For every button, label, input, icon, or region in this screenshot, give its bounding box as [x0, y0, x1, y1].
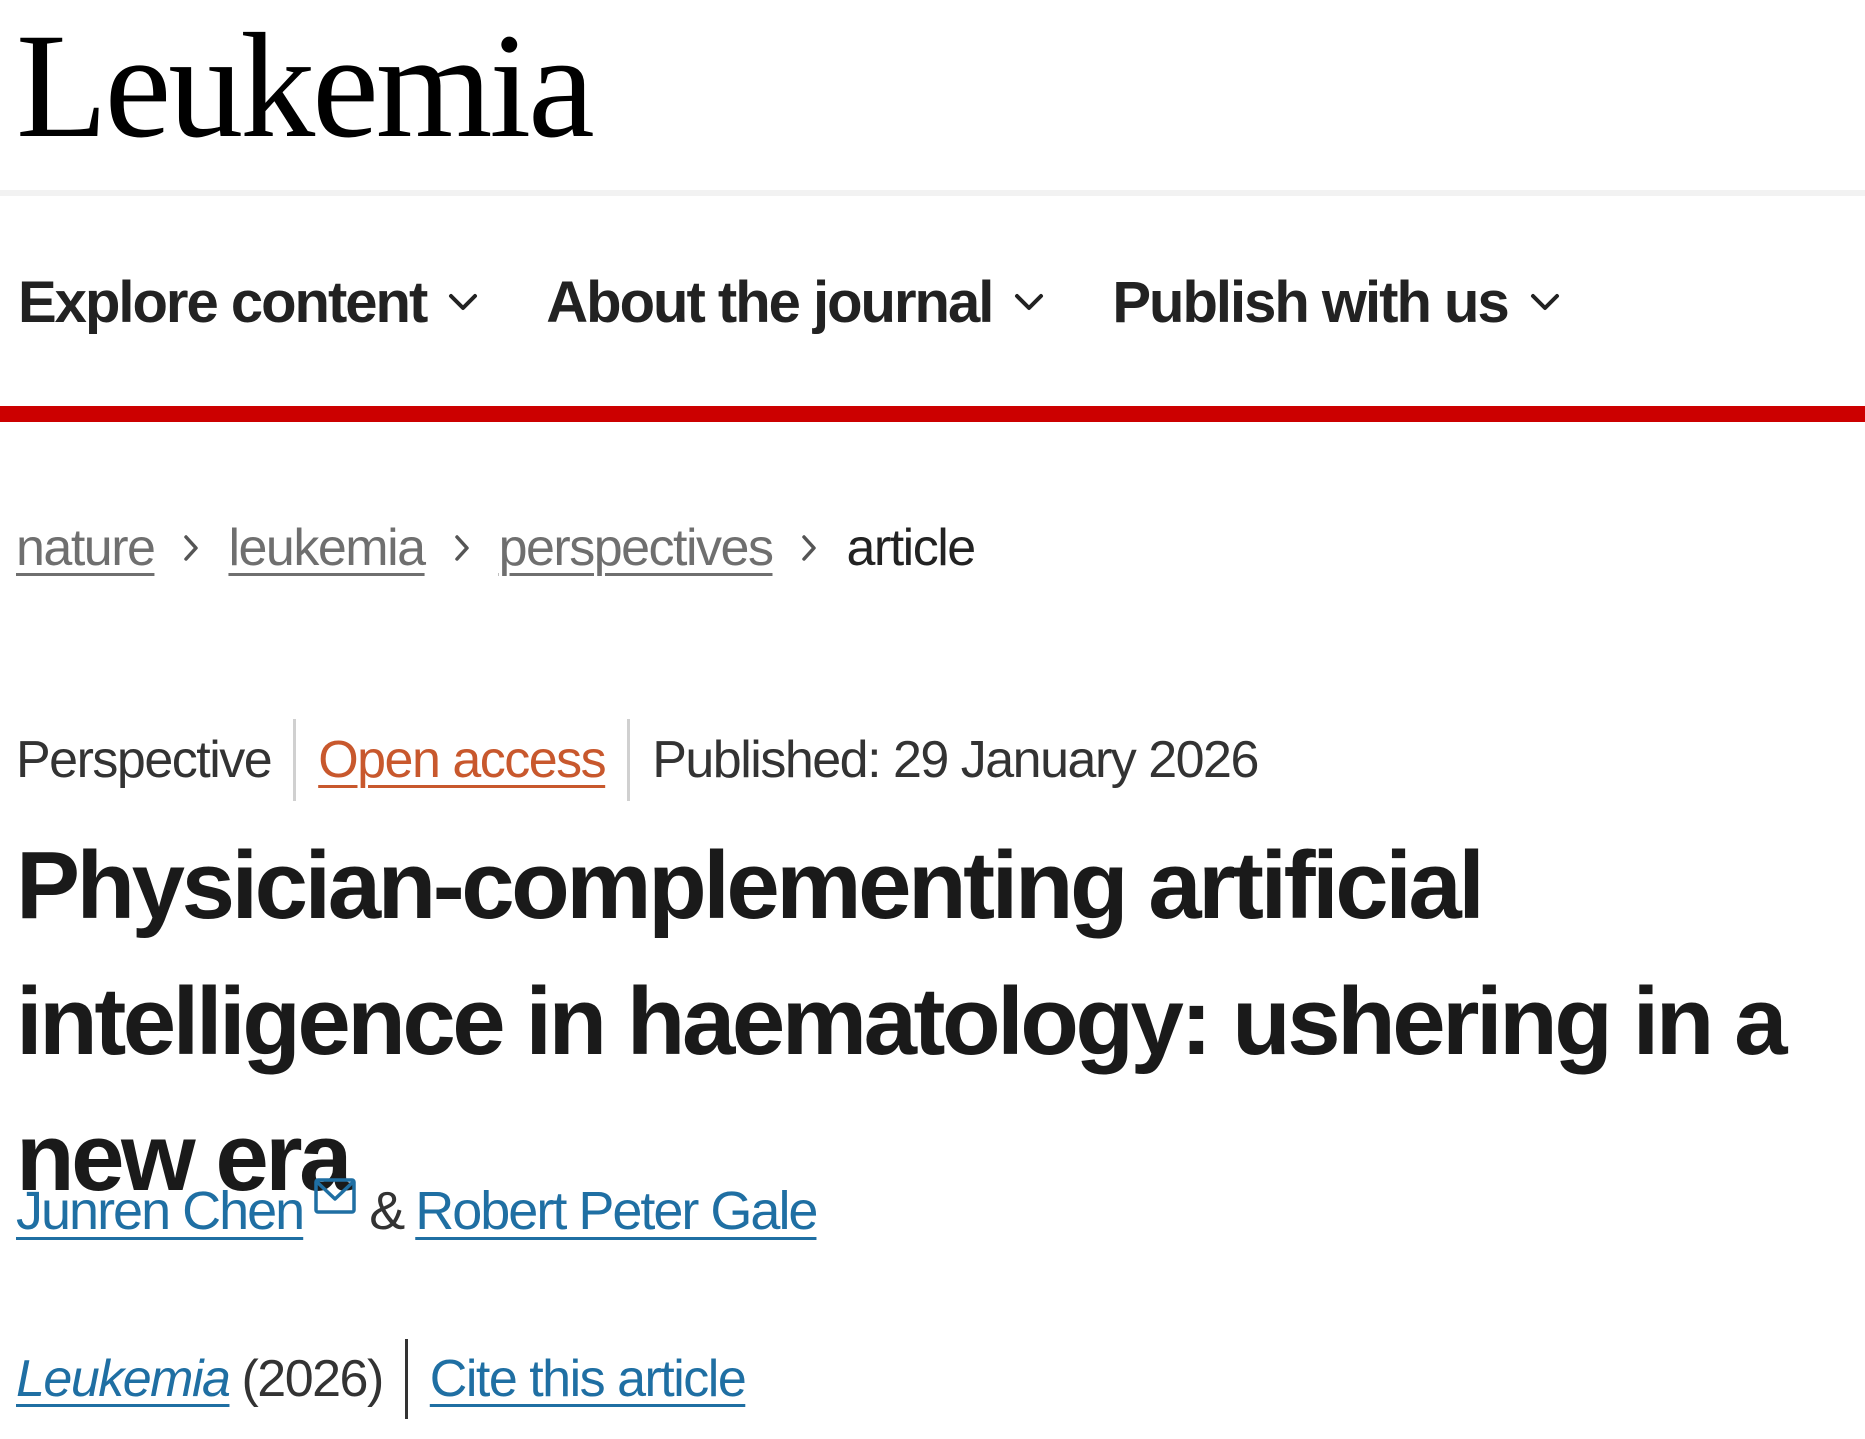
breadcrumb-perspectives[interactable]: perspectives [499, 518, 774, 578]
citation-journal-link[interactable]: Leukemia [16, 1349, 231, 1409]
nav-about-the-journal[interactable]: About the journal [546, 269, 1044, 336]
breadcrumb: nature leukemia perspectives article [16, 508, 976, 588]
main-nav: Explore content About the journal Publis… [18, 262, 1560, 342]
chevron-right-icon [453, 532, 471, 564]
mail-icon[interactable] [313, 1174, 357, 1218]
nav-about-the-journal-label: About the journal [546, 269, 994, 335]
nav-publish-with-us[interactable]: Publish with us [1112, 269, 1559, 336]
chevron-right-icon [800, 532, 818, 564]
author-list: Junren Chen & Robert Peter Gale [16, 1168, 818, 1254]
meta-divider [293, 719, 297, 801]
nav-explore-content-label: Explore content [18, 269, 428, 335]
chevron-down-icon [1530, 292, 1560, 312]
header-divider [0, 190, 1865, 196]
citation-year: (2026) [241, 1350, 384, 1408]
author-junren-chen[interactable]: Junren Chen [16, 1180, 305, 1242]
chevron-down-icon [1014, 292, 1044, 312]
journal-logo[interactable]: Leukemia [16, 6, 595, 166]
chevron-right-icon [182, 532, 200, 564]
author-robert-peter-gale[interactable]: Robert Peter Gale [415, 1180, 818, 1242]
article-type: Perspective [16, 731, 273, 789]
open-access-link[interactable]: Open access [318, 730, 607, 790]
published-date: Published: 29 January 2026 [652, 731, 1259, 789]
breadcrumb-current: article [846, 519, 976, 577]
article-page: Leukemia Explore content About the journ… [0, 0, 1865, 1439]
author-separator: & [369, 1181, 405, 1241]
article-meta: Perspective Open access Published: 29 Ja… [16, 718, 1259, 802]
nav-explore-content[interactable]: Explore content [18, 269, 478, 336]
cite-this-article-link[interactable]: Cite this article [430, 1349, 747, 1409]
breadcrumb-leukemia[interactable]: leukemia [228, 518, 426, 578]
nav-publish-with-us-label: Publish with us [1112, 269, 1509, 335]
brand-accent-bar [0, 406, 1865, 422]
breadcrumb-nature[interactable]: nature [16, 518, 156, 578]
citation-line: Leukemia (2026) Cite this article [16, 1338, 747, 1420]
chevron-down-icon [448, 292, 478, 312]
article-title: Physician-complementing artificial intel… [16, 832, 1787, 1211]
citation-divider [404, 1339, 408, 1419]
meta-divider [627, 719, 631, 801]
